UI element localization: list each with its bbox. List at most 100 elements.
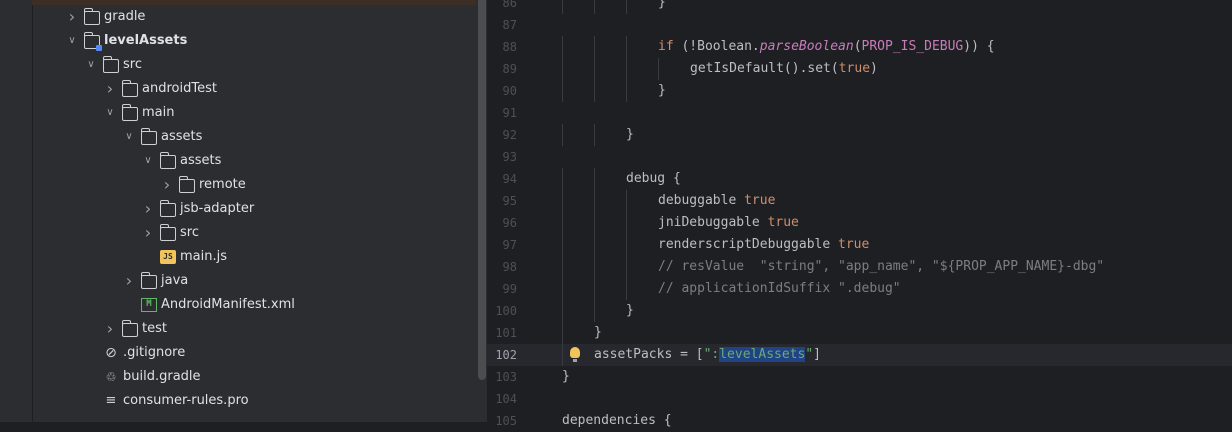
folder-icon [84,8,100,25]
indent-guide [626,80,627,102]
code-token: true [838,61,871,76]
code-line[interactable]: 98 // resValue "string", "app_name", "${P… [487,256,1232,278]
tree-item[interactable]: › src [32,221,476,245]
tree-item[interactable]: › jsb-adapter [32,197,476,221]
code-line[interactable]: 96 jniDebuggable true [487,212,1232,234]
code-line[interactable]: 90} [487,80,1232,102]
tree-item[interactable]: ≡ consumer-rules.pro [32,389,476,413]
code-token: } [626,303,634,318]
code-token: } [594,325,602,340]
code-line[interactable]: 95 debuggable true [487,190,1232,212]
code-token: debuggable [658,193,745,208]
tree-item[interactable]: JS main.js [32,245,476,269]
indent-guide [562,124,563,146]
tree-item[interactable]: ⊘ .gitignore [32,341,476,365]
code-token: dependencies { [562,413,672,428]
tree-item[interactable]: ∨ assets [32,149,476,173]
code-line[interactable]: 94 debug { [487,168,1232,190]
tree-item[interactable]: › test [32,317,476,341]
code-line[interactable]: 87 [487,14,1232,36]
tree-item[interactable]: ∨ main [32,101,476,125]
folder-icon [160,200,176,217]
tree-item[interactable]: › java [32,269,476,293]
code-line[interactable]: 103} [487,366,1232,388]
tree-item[interactable]: ∨ levelAssets [32,29,476,53]
code-line[interactable]: 104 [487,388,1232,410]
line-number: 101 [495,326,517,340]
chevron-right-icon[interactable]: › [102,77,118,101]
code-line[interactable]: 105 dependencies { [487,410,1232,432]
folder-icon [141,272,157,289]
code-token: { [978,39,995,54]
chevron-right-icon[interactable]: › [140,221,156,245]
code-line[interactable]: 92} [487,124,1232,146]
code-text: dependencies { [562,410,672,432]
chevron-down-icon[interactable]: ∨ [83,53,99,77]
chevron-right-icon[interactable]: › [121,269,137,293]
tree-item[interactable]: › remote [32,173,476,197]
lightbulb-icon[interactable] [570,347,580,362]
code-line[interactable]: 89 getIsDefault().set(true) [487,58,1232,80]
code-line[interactable]: 99 // applicationIdSuffix ".debug" [487,278,1232,300]
line-number: 104 [495,392,517,406]
code-editor[interactable]: 86} 87 88 if (!Boolean.parseBoolean(PROP_IS… [487,0,1232,428]
code-token: assetPacks = [ [594,347,704,362]
indent-guide [594,190,595,212]
code-text: jniDebuggable true [658,212,799,234]
chevron-down-icon[interactable]: ∨ [64,29,80,53]
indent-guide [594,168,595,190]
indent-guide [562,80,563,102]
code-token: // resValue "string", "app_name", "${PRO… [658,259,1105,274]
tool-window-gutter [0,0,33,422]
code-token: PROP_IS_DEBUG [861,39,964,54]
code-text: if (!Boolean.parseBoolean(PROP_IS_DEBUG)… [658,36,995,58]
chevron-right-icon[interactable]: › [140,197,156,221]
code-line[interactable]: 97 renderscriptDebuggable true [487,234,1232,256]
chevron-down-icon[interactable]: ∨ [102,101,118,125]
code-token: // applicationIdSuffix ".debug" [658,281,901,296]
tree-item[interactable]: M AndroidManifest.xml [32,293,476,317]
indent-guide [562,0,563,14]
indent-guide [594,212,595,234]
code-line[interactable]: 102 assetPacks = [":levelAssets"] [487,344,1232,366]
tree-item[interactable]: ∨ src [32,53,476,77]
code-line[interactable]: 100} [487,300,1232,322]
tree-item-label: src [123,57,142,72]
indent-guide [562,234,563,256]
indent-guide [594,124,595,146]
chevron-right-icon[interactable]: › [102,317,118,341]
code-token: } [626,127,634,142]
tree-item-label: consumer-rules.pro [123,393,249,408]
code-token: levelAssets [719,347,806,362]
tree-item[interactable]: ♲ build.gradle [32,365,476,389]
text-file-icon: ≡ [105,393,117,408]
indent-guide [562,256,563,278]
code-line[interactable]: 88 if (!Boolean.parseBoolean(PROP_IS_DEBU… [487,36,1232,58]
indent-guide [562,212,563,234]
manifest-file-icon: M [141,298,157,312]
chevron-right-icon[interactable]: › [159,173,175,197]
tree-item[interactable]: ∨ assets [32,125,476,149]
indent-guide [562,190,563,212]
tree-scrollbar[interactable] [478,0,486,380]
chevron-right-icon[interactable]: › [64,5,80,29]
code-text: renderscriptDebuggable true [658,234,869,256]
tree-item-label: test [142,321,167,336]
code-token: true [767,215,799,230]
code-token: } [658,0,666,10]
tree-item-label: AndroidManifest.xml [161,297,295,312]
code-token: " [805,347,814,362]
chevron-down-icon[interactable]: ∨ [140,149,156,173]
code-text: } [626,300,634,322]
code-line[interactable]: 93 [487,146,1232,168]
code-text: debuggable true [658,190,775,212]
chevron-down-icon[interactable]: ∨ [121,125,137,149]
code-line[interactable]: 86} [487,0,1232,14]
tree-item[interactable]: › androidTest [32,77,476,101]
code-text: } [562,366,570,388]
code-line[interactable]: 91 [487,102,1232,124]
code-line[interactable]: 101} [487,322,1232,344]
code-text: // resValue "string", "app_name", "${PRO… [658,256,1104,278]
code-token: ) [870,61,878,76]
tree-item[interactable]: › gradle [32,5,476,29]
